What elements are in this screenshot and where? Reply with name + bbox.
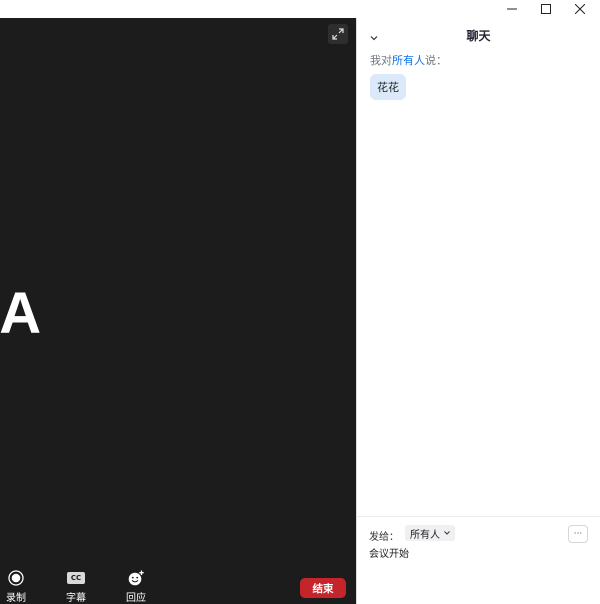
- send-to-label: 发给：: [369, 532, 399, 543]
- record-icon: [8, 570, 24, 586]
- maximize-button[interactable]: [528, 0, 564, 18]
- expand-icon: [332, 28, 344, 40]
- recipient-select-value: 所有人: [410, 529, 440, 541]
- minimize-icon: [507, 8, 517, 10]
- fullscreen-button[interactable]: [328, 24, 348, 44]
- captions-label: 字幕: [66, 593, 86, 604]
- minimize-button[interactable]: [494, 0, 530, 18]
- close-button[interactable]: [562, 0, 598, 18]
- participant-name: 7A: [0, 281, 43, 346]
- reaction-button[interactable]: 回应: [116, 570, 156, 604]
- record-button[interactable]: 录制: [0, 570, 36, 604]
- chat-panel: 聊天 我对所有人说： 花花 发给： 所有人 ···: [357, 18, 600, 604]
- chevron-down-icon: [444, 531, 450, 535]
- message-suffix: 说：: [425, 54, 447, 67]
- recipient-select[interactable]: 所有人: [405, 525, 455, 541]
- message-prefix: 我对: [370, 54, 392, 67]
- reaction-icon: [128, 570, 144, 586]
- more-options-button[interactable]: ···: [568, 525, 588, 543]
- maximize-icon: [541, 4, 551, 14]
- captions-button[interactable]: CC 字幕: [56, 570, 96, 604]
- title-bar: [0, 0, 600, 18]
- message-recipient-link[interactable]: 所有人: [392, 54, 425, 67]
- record-label: 录制: [6, 593, 26, 604]
- video-area: 7A 录制 CC 字幕: [0, 18, 356, 604]
- chat-message-input[interactable]: [368, 545, 590, 560]
- chat-title: 聊天: [466, 29, 491, 43]
- close-icon: [575, 4, 585, 14]
- end-meeting-button[interactable]: 结束: [300, 578, 346, 598]
- message-bubble[interactable]: 花花: [370, 74, 406, 100]
- captions-badge: CC: [70, 574, 82, 582]
- input-divider: [357, 516, 600, 517]
- reaction-label: 回应: [126, 593, 146, 604]
- message-header: 我对所有人说：: [370, 52, 447, 68]
- captions-icon: CC: [67, 572, 85, 584]
